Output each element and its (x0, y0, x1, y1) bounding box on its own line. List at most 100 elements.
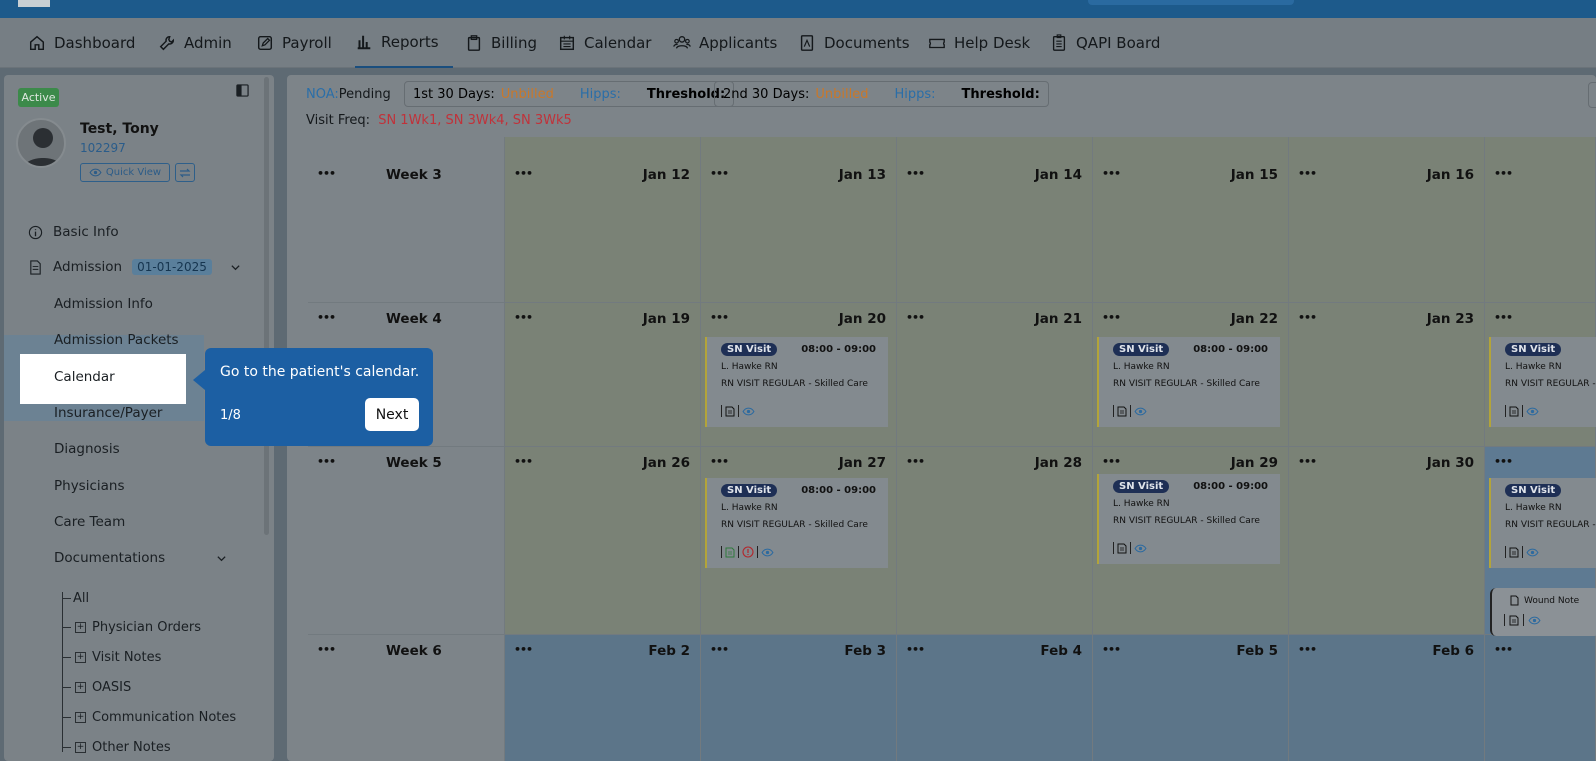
day-cell[interactable]: ••• Jan 19 (505, 303, 701, 447)
next-button[interactable]: Next (365, 398, 419, 431)
expand-icon[interactable]: + (75, 622, 86, 633)
day-cell[interactable]: ••• Jan 23 (1289, 303, 1485, 447)
day-cell[interactable]: ••• Jan 12 (505, 137, 701, 303)
document-icon[interactable] (725, 547, 735, 558)
day-cell[interactable]: ••• Jan 28 (897, 447, 1093, 635)
document-icon[interactable] (1509, 406, 1519, 417)
panel-action-button[interactable] (1588, 82, 1596, 108)
day-cell[interactable]: ••• Jan 21 (897, 303, 1093, 447)
more-options-icon[interactable]: ••• (317, 167, 336, 180)
nav-reports[interactable]: Reports (355, 18, 453, 68)
day-cell[interactable]: ••• Jan 13 (701, 137, 897, 303)
global-search[interactable] (1088, 0, 1294, 5)
day-cell[interactable]: ••• Jan 16 (1289, 137, 1485, 303)
day-cell[interactable]: ••• Jan 30 (1289, 447, 1485, 635)
more-options-icon[interactable]: ••• (514, 455, 533, 468)
more-options-icon[interactable]: ••• (514, 311, 533, 324)
nav-qapi-board[interactable]: QAPI Board (1050, 18, 1160, 68)
visit-card[interactable]: SN Visit L. Hawke RN RN VISIT REGULAR - (1489, 478, 1596, 568)
nav-payroll[interactable]: Payroll (256, 18, 332, 68)
tree-item-oasis[interactable]: + OASIS (62, 680, 131, 695)
week-label-cell[interactable]: ••• Week 5 (308, 447, 505, 635)
more-options-icon[interactable]: ••• (710, 167, 729, 180)
sidebar-item-physicians[interactable]: Physicians (54, 478, 125, 494)
more-options-icon[interactable]: ••• (1102, 455, 1121, 468)
alert-icon[interactable] (742, 546, 754, 558)
more-options-icon[interactable]: ••• (514, 167, 533, 180)
nav-applicants[interactable]: Applicants (673, 18, 777, 68)
more-options-icon[interactable]: ••• (1494, 643, 1513, 656)
eye-icon[interactable] (1526, 407, 1539, 416)
nav-help-desk[interactable]: Help Desk (928, 18, 1030, 68)
tree-item-communication-notes[interactable]: + Communication Notes (62, 710, 236, 725)
document-icon[interactable] (1509, 615, 1519, 626)
tree-item-all[interactable]: All (62, 591, 89, 606)
nav-documents[interactable]: Documents (798, 18, 910, 68)
visit-card[interactable]: SN Visit L. Hawke RN RN VISIT REGULAR - (1489, 337, 1596, 427)
day-cell[interactable]: ••• Feb 5 (1093, 635, 1289, 761)
expand-icon[interactable]: + (75, 742, 86, 753)
document-icon[interactable] (1117, 406, 1127, 417)
more-options-icon[interactable]: ••• (317, 311, 336, 324)
eye-icon[interactable] (1134, 407, 1147, 416)
more-options-icon[interactable]: ••• (906, 167, 925, 180)
week-label-cell[interactable]: ••• Week 3 (308, 137, 505, 303)
sidebar-item-documentations[interactable]: Documentations (54, 550, 227, 566)
more-options-icon[interactable]: ••• (1494, 167, 1513, 180)
nav-dashboard[interactable]: Dashboard (28, 18, 135, 68)
more-options-icon[interactable]: ••• (1494, 455, 1513, 468)
sidebar-item-admission[interactable]: Admission 01-01-2025 (28, 259, 241, 275)
app-logo[interactable] (18, 0, 50, 7)
sidebar-scrollbar[interactable] (264, 77, 269, 535)
document-icon[interactable] (1117, 543, 1127, 554)
day-cell[interactable]: ••• (1485, 137, 1596, 303)
document-icon[interactable] (725, 406, 735, 417)
expand-icon[interactable]: + (75, 712, 86, 723)
sidebar-item-basic-info[interactable]: Basic Info (28, 224, 119, 240)
more-options-icon[interactable]: ••• (710, 455, 729, 468)
more-options-icon[interactable]: ••• (710, 643, 729, 656)
more-options-icon[interactable]: ••• (1102, 643, 1121, 656)
day-cell[interactable]: ••• Jan 14 (897, 137, 1093, 303)
eye-icon[interactable] (1528, 616, 1541, 625)
day-cell[interactable]: ••• Jan 26 (505, 447, 701, 635)
sidebar-item-insurance-payer[interactable]: Insurance/Payer (54, 405, 162, 421)
more-options-icon[interactable]: ••• (906, 455, 925, 468)
more-options-icon[interactable]: ••• (906, 311, 925, 324)
more-options-icon[interactable]: ••• (1298, 167, 1317, 180)
more-options-icon[interactable]: ••• (514, 643, 533, 656)
more-options-icon[interactable]: ••• (906, 643, 925, 656)
patient-id[interactable]: 102297 (80, 141, 126, 155)
tree-item-visit-notes[interactable]: + Visit Notes (62, 650, 161, 665)
wound-note-card[interactable]: Wound Note (1490, 588, 1596, 636)
more-options-icon[interactable]: ••• (1298, 643, 1317, 656)
visit-card[interactable]: SN Visit 08:00 - 09:00 L. Hawke RN RN VISIT… (1097, 474, 1280, 564)
sidebar-item-admission-info[interactable]: Admission Info (54, 296, 153, 312)
eye-icon[interactable] (761, 548, 774, 557)
more-options-icon[interactable]: ••• (1494, 311, 1513, 324)
nav-calendar[interactable]: Calendar (558, 18, 651, 68)
chevron-down-icon[interactable] (216, 553, 227, 564)
sidebar-item-diagnosis[interactable]: Diagnosis (54, 441, 120, 457)
visit-card[interactable]: SN Visit 08:00 - 09:00 L. Hawke RN RN VISIT… (705, 478, 888, 568)
sidebar-item-calendar[interactable]: Calendar (54, 369, 115, 385)
more-options-icon[interactable]: ••• (317, 455, 336, 468)
more-options-icon[interactable]: ••• (317, 643, 336, 656)
nav-billing[interactable]: Billing (465, 18, 537, 68)
eye-icon[interactable] (742, 407, 755, 416)
day-cell[interactable]: ••• Feb 2 (505, 635, 701, 761)
more-options-icon[interactable]: ••• (1298, 455, 1317, 468)
sidebar-item-admission-packets[interactable]: Admission Packets (54, 332, 179, 348)
switch-patient-button[interactable] (175, 163, 195, 182)
sidebar-item-care-team[interactable]: Care Team (54, 514, 125, 530)
day-cell[interactable]: ••• Feb 6 (1289, 635, 1485, 761)
day-cell[interactable]: ••• Feb 3 (701, 635, 897, 761)
week-label-cell[interactable]: ••• Week 6 (308, 635, 505, 761)
more-options-icon[interactable]: ••• (1102, 167, 1121, 180)
quick-view-button[interactable]: Quick View (80, 163, 170, 182)
collapse-sidebar-icon[interactable] (236, 84, 249, 97)
eye-icon[interactable] (1526, 548, 1539, 557)
day-cell[interactable]: ••• Feb 4 (897, 635, 1093, 761)
tree-item-physician-orders[interactable]: + Physician Orders (62, 620, 201, 635)
tree-item-other-notes[interactable]: + Other Notes (62, 740, 171, 755)
